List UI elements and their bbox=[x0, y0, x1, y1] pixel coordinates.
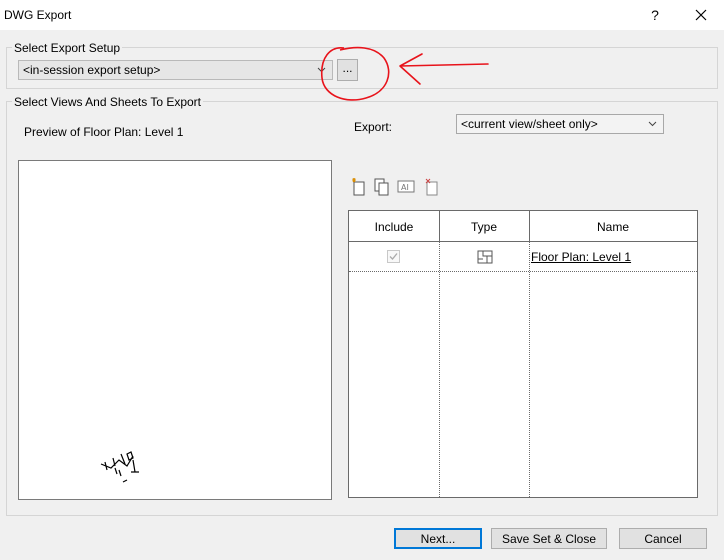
export-range-dropdown[interactable]: <current view/sheet only> bbox=[456, 114, 664, 134]
column-header-include[interactable]: Include bbox=[349, 211, 439, 242]
export-setup-group-label: Select Export Setup bbox=[12, 41, 123, 55]
table-header: Include Type Name bbox=[349, 211, 697, 242]
floor-plan-thumbnail bbox=[100, 451, 139, 483]
rename-set-icon[interactable]: AI bbox=[397, 178, 415, 196]
export-setup-selected: <in-session export setup> bbox=[23, 63, 161, 77]
view-name-link[interactable]: Floor Plan: Level 1 bbox=[531, 242, 631, 271]
modify-setup-button[interactable]: ... bbox=[337, 59, 358, 81]
preview-label: Preview of Floor Plan: Level 1 bbox=[24, 125, 184, 139]
views-table: Include Type Name Floor Plan: Level 1 bbox=[348, 210, 698, 498]
save-set-close-button[interactable]: Save Set & Close bbox=[491, 528, 607, 549]
view-preview bbox=[18, 160, 332, 500]
chevron-down-icon bbox=[317, 67, 326, 73]
checkmark-icon bbox=[389, 253, 398, 260]
views-group-label: Select Views And Sheets To Export bbox=[12, 95, 204, 109]
table-row[interactable]: Floor Plan: Level 1 bbox=[349, 242, 697, 271]
export-range-selected: <current view/sheet only> bbox=[461, 117, 598, 131]
chevron-down-icon bbox=[648, 121, 657, 127]
window-title: DWG Export bbox=[4, 8, 72, 22]
cancel-button[interactable]: Cancel bbox=[619, 528, 707, 549]
close-icon bbox=[695, 9, 707, 21]
column-header-type[interactable]: Type bbox=[439, 211, 529, 242]
column-header-name[interactable]: Name bbox=[529, 211, 697, 242]
export-setup-dropdown[interactable]: <in-session export setup> bbox=[18, 60, 333, 80]
svg-text:AI: AI bbox=[401, 183, 409, 192]
close-button[interactable] bbox=[678, 0, 724, 30]
new-set-icon[interactable] bbox=[351, 178, 367, 196]
duplicate-set-icon[interactable] bbox=[374, 178, 390, 196]
help-button[interactable]: ? bbox=[632, 0, 678, 30]
export-label: Export: bbox=[354, 120, 393, 134]
include-checkbox[interactable] bbox=[387, 250, 400, 263]
next-button[interactable]: Next... bbox=[394, 528, 482, 549]
floor-plan-view-icon bbox=[477, 250, 493, 264]
delete-set-icon[interactable] bbox=[424, 178, 440, 196]
title-bar: DWG Export ? bbox=[0, 0, 724, 30]
